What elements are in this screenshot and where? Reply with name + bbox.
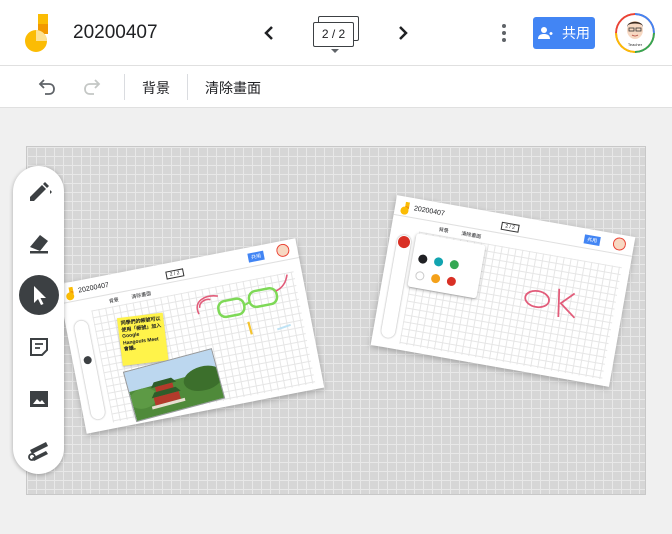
image-tool[interactable] (19, 379, 59, 419)
mini-frame-counter: 2 / 2 (500, 221, 520, 233)
mini-frame-counter: 2 / 2 (165, 268, 185, 280)
people-icon (538, 27, 553, 39)
toolbar-divider (124, 74, 125, 100)
mini-background-button: 背景 (108, 297, 120, 305)
pen-tool[interactable] (19, 170, 59, 210)
jam-title[interactable]: 20200407 (73, 22, 158, 44)
avatar-caption: Teacher (628, 42, 643, 47)
undo-icon[interactable] (35, 76, 57, 98)
mini-avatar (612, 237, 626, 251)
previous-frame-icon[interactable] (258, 18, 280, 48)
cursor-arrow-icon (34, 286, 46, 305)
frame-counter: 2 / 2 (313, 22, 354, 47)
edit-toolbar: 背景 清除畫面 (0, 66, 672, 108)
share-label: 共用 (562, 25, 590, 41)
account-avatar[interactable]: Teacher (615, 13, 655, 53)
toolbar-divider (187, 74, 188, 100)
mini-share-button: 共用 (583, 234, 601, 247)
mini-title: 20200407 (413, 205, 446, 218)
mini-avatar (276, 243, 290, 257)
mini-background-button: 背景 (438, 226, 450, 235)
eraser-tool[interactable] (19, 222, 59, 262)
laser-tool[interactable] (19, 431, 59, 471)
app-header: 20200407 2 / 2 共用 Teacher (0, 0, 672, 66)
jamboard-logo (25, 14, 48, 52)
eraser-icon (30, 235, 48, 254)
jamboard-logo (400, 201, 410, 215)
share-button[interactable]: 共用 (533, 17, 595, 49)
laser-pointer-icon (28, 442, 48, 461)
image-icon (30, 391, 48, 407)
redo-icon[interactable] (82, 76, 104, 98)
more-options-icon[interactable] (494, 20, 514, 46)
sticky-note-icon (30, 338, 48, 356)
select-tool[interactable] (19, 275, 59, 315)
caret-down-icon (331, 49, 339, 53)
pen-icon (30, 182, 52, 201)
sticky-note: 同學們的帳號可以使用「帳號」加入Google Hangouts Meet會議。 (116, 312, 169, 366)
tool-rail (13, 166, 64, 474)
sticky-note-tool[interactable] (19, 327, 59, 367)
clear-frame-button[interactable]: 清除畫面 (205, 78, 261, 98)
next-frame-icon[interactable] (392, 18, 414, 48)
jamboard-logo (66, 286, 75, 301)
background-button[interactable]: 背景 (142, 78, 170, 98)
mini-title: 20200407 (77, 281, 110, 295)
mini-share-button: 共用 (247, 250, 265, 263)
frame-bar-toggle[interactable]: 2 / 2 (312, 16, 362, 56)
